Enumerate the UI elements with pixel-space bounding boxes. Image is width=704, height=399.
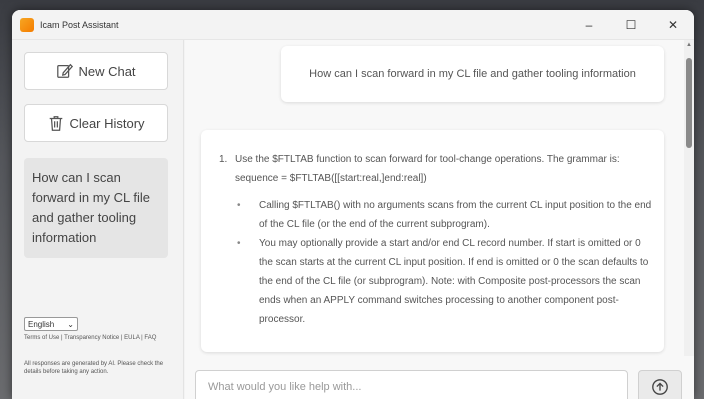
chevron-down-icon: ⌄ (67, 319, 74, 329)
message-input[interactable]: What would you like help with... (195, 370, 628, 399)
app-window: Icam Post Assistant – ☐ ✕ New Chat Clear… (12, 10, 694, 399)
bullet-text: You may optionally provide a start and/o… (259, 238, 649, 325)
list-item: • Calling $FTLTAB() with no arguments sc… (235, 196, 652, 234)
new-chat-label: New Chat (78, 63, 136, 79)
arrow-up-icon (652, 379, 668, 395)
maximize-button[interactable]: ☐ (610, 10, 652, 40)
assistant-message: 1. Use the $FTLTAB function to scan forw… (201, 130, 664, 352)
scrollbar[interactable]: ▲ (684, 40, 694, 356)
language-value: English (28, 319, 55, 329)
close-button[interactable]: ✕ (652, 10, 694, 40)
minimize-button[interactable]: – (568, 10, 610, 40)
step-item: 1. Use the $FTLTAB function to scan forw… (219, 150, 652, 188)
bullet-list: • Calling $FTLTAB() with no arguments sc… (235, 196, 652, 329)
bullet-icon: • (237, 200, 241, 211)
sidebar: New Chat Clear History How can I scan fo… (12, 40, 184, 399)
scroll-up-icon[interactable]: ▲ (686, 42, 692, 48)
user-message: How can I scan forward in my CL file and… (281, 46, 664, 102)
new-chat-button[interactable]: New Chat (24, 52, 168, 90)
scroll-thumb[interactable] (686, 58, 692, 148)
clear-history-label: Clear History (69, 115, 145, 131)
history-item[interactable]: How can I scan forward in my CL file and… (24, 158, 168, 258)
language-select[interactable]: English ⌄ (24, 317, 78, 331)
edit-icon (57, 63, 74, 78)
footer-links[interactable]: Terms of Use | Transparency Notice | EUL… (24, 334, 174, 342)
trash-icon (50, 116, 63, 131)
list-item: • You may optionally provide a start and… (235, 234, 652, 329)
window-title: Icam Post Assistant (40, 19, 119, 30)
step-number: 1. (219, 154, 228, 165)
step-text: Use the $FTLTAB function to scan forward… (235, 154, 620, 184)
bullet-text: Calling $FTLTAB() with no arguments scan… (259, 200, 652, 230)
input-placeholder: What would you like help with... (208, 381, 362, 393)
chat-area: How can I scan forward in my CL file and… (185, 40, 694, 399)
clear-history-button[interactable]: Clear History (24, 104, 168, 142)
bullet-icon: • (237, 238, 241, 249)
title-bar: Icam Post Assistant – ☐ ✕ (12, 10, 694, 40)
send-button[interactable] (638, 370, 682, 399)
app-icon (20, 17, 34, 32)
ai-disclaimer: All responses are generated by AI. Pleas… (24, 361, 164, 375)
